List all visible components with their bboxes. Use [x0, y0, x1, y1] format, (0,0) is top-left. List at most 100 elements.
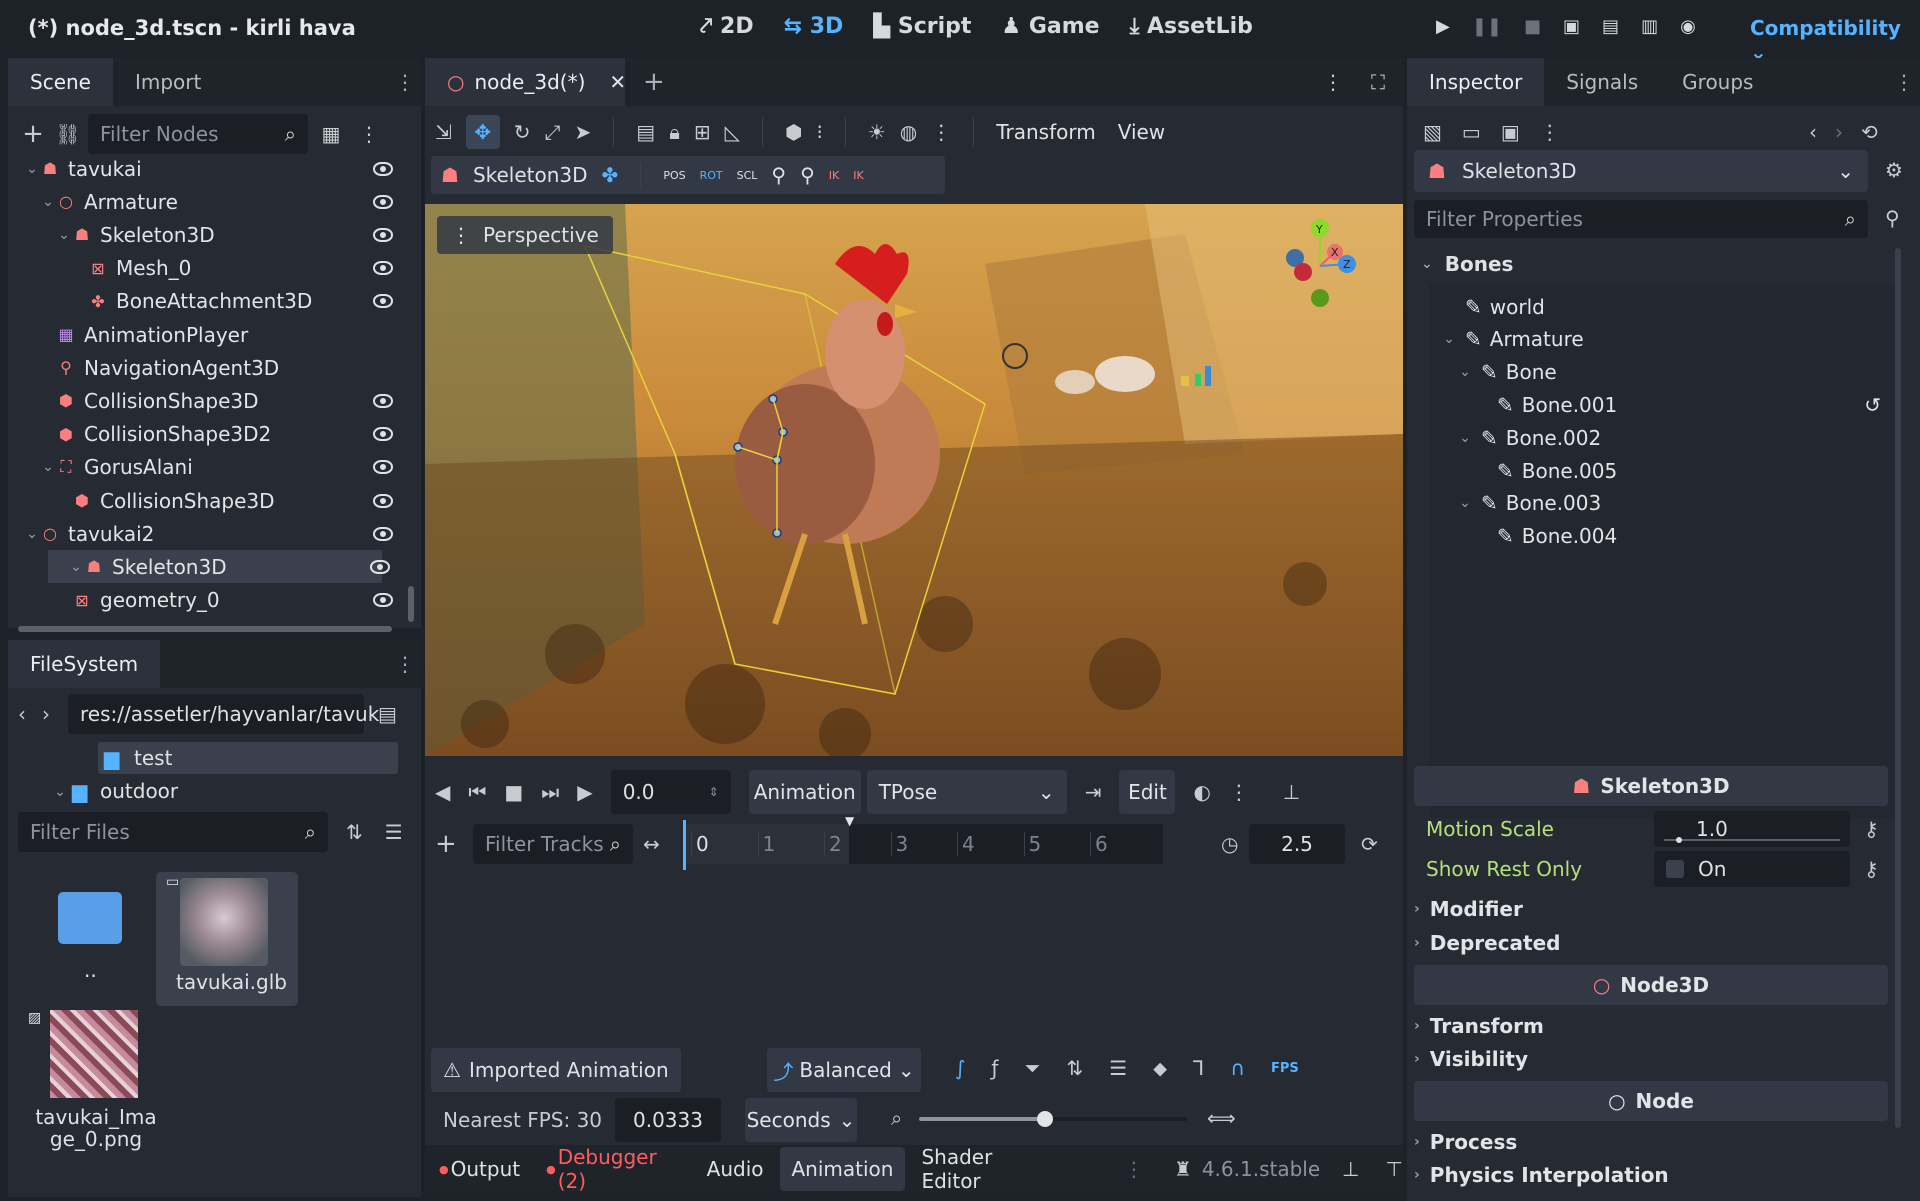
forward-icon[interactable]: ›	[42, 702, 68, 726]
globe-icon[interactable]: ◍	[900, 120, 917, 144]
scene-scrollbar-v[interactable]	[408, 586, 414, 622]
pin-panel-icon[interactable]: ⊥	[1342, 1157, 1359, 1181]
filter-options-icon[interactable]: ⚲	[1885, 206, 1900, 230]
tree-node[interactable]: ⚲ NavigationAgent3D	[8, 351, 413, 384]
list-icon[interactable]: ▤	[636, 120, 655, 144]
bone-item[interactable]: ⌄ ✎ Bone.003	[1429, 487, 1889, 520]
tab-groups[interactable]: Groups	[1660, 58, 1775, 106]
bottom-menu-icon[interactable]: ⋮	[1124, 1157, 1144, 1181]
tab-scene[interactable]: Scene	[8, 58, 113, 106]
bone-item[interactable]: ⌄ ✎ Bone.002	[1429, 421, 1889, 454]
timeline-ruler[interactable]: 0 1 2 3 4 5 6 ▼	[683, 814, 1163, 870]
keyframe-icon[interactable]: ⚷	[1864, 817, 1879, 841]
axis-gizmo[interactable]: Y X Z	[1265, 216, 1375, 316]
move-mode-icon[interactable]: ✥	[465, 115, 500, 149]
sun-icon[interactable]: ☀	[868, 120, 886, 144]
back-icon[interactable]: ‹	[18, 702, 42, 726]
tabs-menu-icon[interactable]: ⋮	[1323, 70, 1343, 94]
expand-arrow-icon[interactable]: ⌄	[24, 526, 40, 542]
folder-outdoor-label[interactable]: outdoor	[100, 779, 178, 803]
play-icon[interactable]: ▶	[1436, 16, 1450, 37]
step-spinbox[interactable]: 0.0333	[615, 1098, 721, 1142]
filter-tracks-input[interactable]: Filter Tracks ⌕	[473, 824, 633, 864]
tab-signals[interactable]: Signals	[1544, 58, 1660, 106]
sort-icon[interactable]: ⇅	[346, 820, 363, 844]
play-custom-icon[interactable]: ▥	[1641, 16, 1658, 37]
visibility-eye-icon[interactable]	[373, 460, 393, 475]
revert-icon[interactable]: ↺	[1864, 393, 1881, 417]
filter-nodes-input[interactable]: Filter Nodes ⌕	[88, 114, 308, 154]
tree-node[interactable]: ⌄ ⛶ GorusAlani	[8, 451, 413, 484]
tree-node[interactable]: ⌄ ☗ Skeleton3D	[8, 218, 413, 251]
length-spinbox[interactable]: 2.5	[1249, 824, 1345, 864]
bone-item[interactable]: ✎ Bone.005	[1429, 454, 1889, 487]
stop-icon[interactable]: ■	[1524, 16, 1541, 37]
expand-arrow-icon[interactable]: ⌄	[1457, 364, 1473, 380]
tree-node[interactable]: ⌄ ☗ Skeleton3D	[48, 550, 390, 584]
section-node3d[interactable]: ○ Node3D	[1414, 965, 1888, 1005]
link-icon[interactable]: ⛓	[48, 122, 88, 146]
layout-toggle-icon[interactable]: ▤	[378, 702, 397, 726]
expand-arrow-icon[interactable]: ⌄	[40, 459, 56, 475]
process-group[interactable]: › Process	[1414, 1126, 1517, 1158]
expand-arrow-icon[interactable]: ⌄	[68, 559, 84, 575]
motion-scale-slider[interactable]	[1664, 839, 1840, 841]
bone-item[interactable]: ✎ Bone.001 ↺	[1429, 388, 1889, 421]
expand-arrow-icon[interactable]: ⌄	[24, 161, 40, 177]
new-resource-icon[interactable]: ▧	[1423, 120, 1442, 144]
visibility-eye-icon[interactable]	[373, 593, 393, 608]
visibility-eye-icon[interactable]	[373, 393, 393, 408]
tree-node[interactable]: ⌄ ○ Armature	[8, 185, 413, 218]
lock-icon[interactable]: 🔒︎	[669, 120, 680, 144]
node-docs-icon[interactable]: ⚙	[1885, 158, 1903, 182]
menu-transform[interactable]: Transform	[996, 120, 1095, 144]
tree-node[interactable]: ⊠ geometry_0	[8, 584, 413, 617]
snap-icon[interactable]: ⁝	[816, 120, 822, 144]
tab-shader-editor[interactable]: Shader Editor	[905, 1145, 1061, 1193]
scene-scrollbar-h[interactable]	[18, 626, 392, 632]
perspective-button[interactable]: ⋮ Perspective	[437, 216, 613, 254]
file-item-png[interactable]: ▨ tavukai_Image_0.png	[22, 1010, 170, 1160]
path-field[interactable]: res://assetler/hayvanlar/tavuk	[68, 694, 379, 734]
bone-item[interactable]: ✎ Bone.004	[1429, 520, 1889, 553]
tree-node[interactable]: ⌄ ☗ tavukai	[8, 158, 413, 185]
visibility-eye-icon[interactable]	[373, 427, 393, 442]
balanced-select[interactable]: ⤴ Balanced ⌄	[767, 1048, 921, 1092]
scene-menu-icon[interactable]: ⋮	[354, 122, 384, 146]
group-icon[interactable]: ⊞	[694, 120, 711, 144]
3d-viewport[interactable]: ⋮ Perspective Y X Z	[425, 204, 1403, 756]
fps-toggle[interactable]: FPS	[1271, 1061, 1299, 1076]
visibility-eye-icon[interactable]	[370, 559, 390, 574]
play-start-icon[interactable]: ⏭	[541, 780, 559, 804]
unit-select[interactable]: Seconds ⌄	[745, 1098, 857, 1142]
cube-icon[interactable]: ⬢	[785, 120, 802, 144]
expand-arrow-icon[interactable]: ⌄	[56, 227, 72, 243]
fs-menu-icon[interactable]: ⋮	[395, 652, 415, 676]
pause-icon[interactable]: ❚❚	[1472, 16, 1502, 37]
anim-more-icon[interactable]: ⋮	[1229, 780, 1249, 804]
mode-assetlib[interactable]: ⤓ AssetLib	[1130, 14, 1253, 39]
add-node-icon[interactable]: +	[18, 119, 48, 149]
list-view-icon[interactable]: ☰	[385, 820, 403, 844]
inspector-menu-icon[interactable]: ⋮	[1894, 70, 1914, 94]
section-node[interactable]: ○ Node	[1414, 1081, 1888, 1121]
tab-inspector[interactable]: Inspector	[1407, 58, 1545, 106]
expand-panel-icon[interactable]: ⊤	[1386, 1157, 1403, 1181]
tab-import[interactable]: Import	[113, 58, 223, 106]
instance-scene-icon[interactable]: ▦	[308, 122, 354, 146]
mode-2d[interactable]: ⤤ 2D	[700, 14, 754, 39]
more-icon[interactable]: ⋮	[1540, 120, 1560, 144]
visibility-eye-icon[interactable]	[373, 493, 393, 508]
function-icon[interactable]: ƒ	[991, 1056, 998, 1080]
select-mode-icon[interactable]: ⇲	[435, 120, 452, 144]
close-icon[interactable]: ✕	[609, 70, 626, 94]
fit-timeline-icon[interactable]: ⟺	[1207, 1106, 1236, 1130]
ik-reset-icon[interactable]: IK	[853, 169, 863, 182]
rotate-mode-icon[interactable]: ↻	[514, 120, 531, 144]
open-icon[interactable]: ▭	[1462, 120, 1481, 144]
pin-icon[interactable]: ⊥	[1283, 780, 1300, 804]
forward-icon[interactable]: ›	[1835, 120, 1843, 144]
bones-header[interactable]: ⌄ Bones	[1421, 248, 1513, 280]
motion-scale-knob[interactable]	[1676, 837, 1682, 843]
tab-output[interactable]: ● Output	[425, 1147, 534, 1191]
